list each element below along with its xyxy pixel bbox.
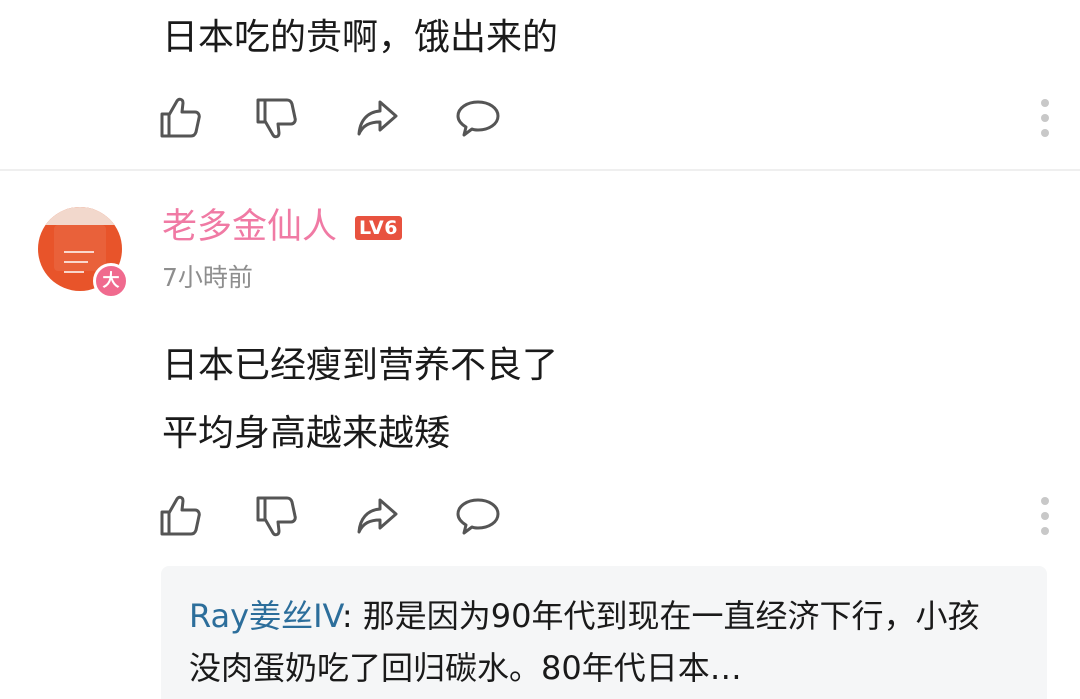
share-arrow-icon <box>357 498 398 534</box>
vip-badge: 大 <box>93 263 129 299</box>
more-options-button[interactable] <box>1020 88 1070 148</box>
like-button[interactable] <box>152 486 212 546</box>
avatar-line <box>64 271 84 273</box>
username[interactable]: 老多金仙人 <box>162 204 337 250</box>
reply-preview[interactable]: Ray姜丝IV: 那是因为90年代到现在一直经济下行，小孩没肉蛋奶吃了回归碳水。… <box>161 566 1047 699</box>
avatar-line <box>64 261 88 263</box>
share-button[interactable] <box>348 88 408 148</box>
comment-2-actions <box>150 486 1070 546</box>
share-button[interactable] <box>348 486 408 546</box>
more-options-button[interactable] <box>1020 486 1070 546</box>
like-button[interactable] <box>152 88 212 148</box>
comment-feed: 日本吃的贵啊，饿出来的 大 老多金仙人 LV6 7小時前 日本已经瘦到营养不良了… <box>0 0 1080 699</box>
comment-button[interactable] <box>448 486 508 546</box>
comment-button[interactable] <box>448 88 508 148</box>
comment-2-text-line-2: 平均身高越来越矮 <box>162 413 451 454</box>
dislike-button[interactable] <box>248 486 308 546</box>
dislike-button[interactable] <box>248 88 308 148</box>
comment-divider <box>0 169 1080 171</box>
thumbs-down-icon <box>256 496 297 537</box>
thumbs-up-icon <box>160 97 201 138</box>
reply-text-block: Ray姜丝IV: 那是因为90年代到现在一直经济下行，小孩没肉蛋奶吃了回归碳水。… <box>189 590 1001 694</box>
comment-1-actions <box>150 88 1070 148</box>
avatar-card <box>54 225 106 271</box>
comment-bubble-icon <box>456 498 500 535</box>
timestamp: 7小時前 <box>162 263 253 292</box>
comment-2-text-line-1: 日本已经瘦到营养不良了 <box>162 345 559 386</box>
avatar-line <box>64 251 94 253</box>
level-badge: LV6 <box>355 216 402 240</box>
reply-username[interactable]: Ray姜丝IV <box>189 597 342 635</box>
more-vertical-icon <box>1041 99 1049 137</box>
more-vertical-icon <box>1041 497 1049 535</box>
thumbs-down-icon <box>256 98 297 139</box>
comment-1-text: 日本吃的贵啊，饿出来的 <box>162 17 559 58</box>
thumbs-up-icon <box>160 495 201 536</box>
reply-separator: : <box>341 597 363 635</box>
share-arrow-icon <box>357 100 398 136</box>
avatar-banner <box>38 207 122 225</box>
comment-bubble-icon <box>456 100 500 137</box>
